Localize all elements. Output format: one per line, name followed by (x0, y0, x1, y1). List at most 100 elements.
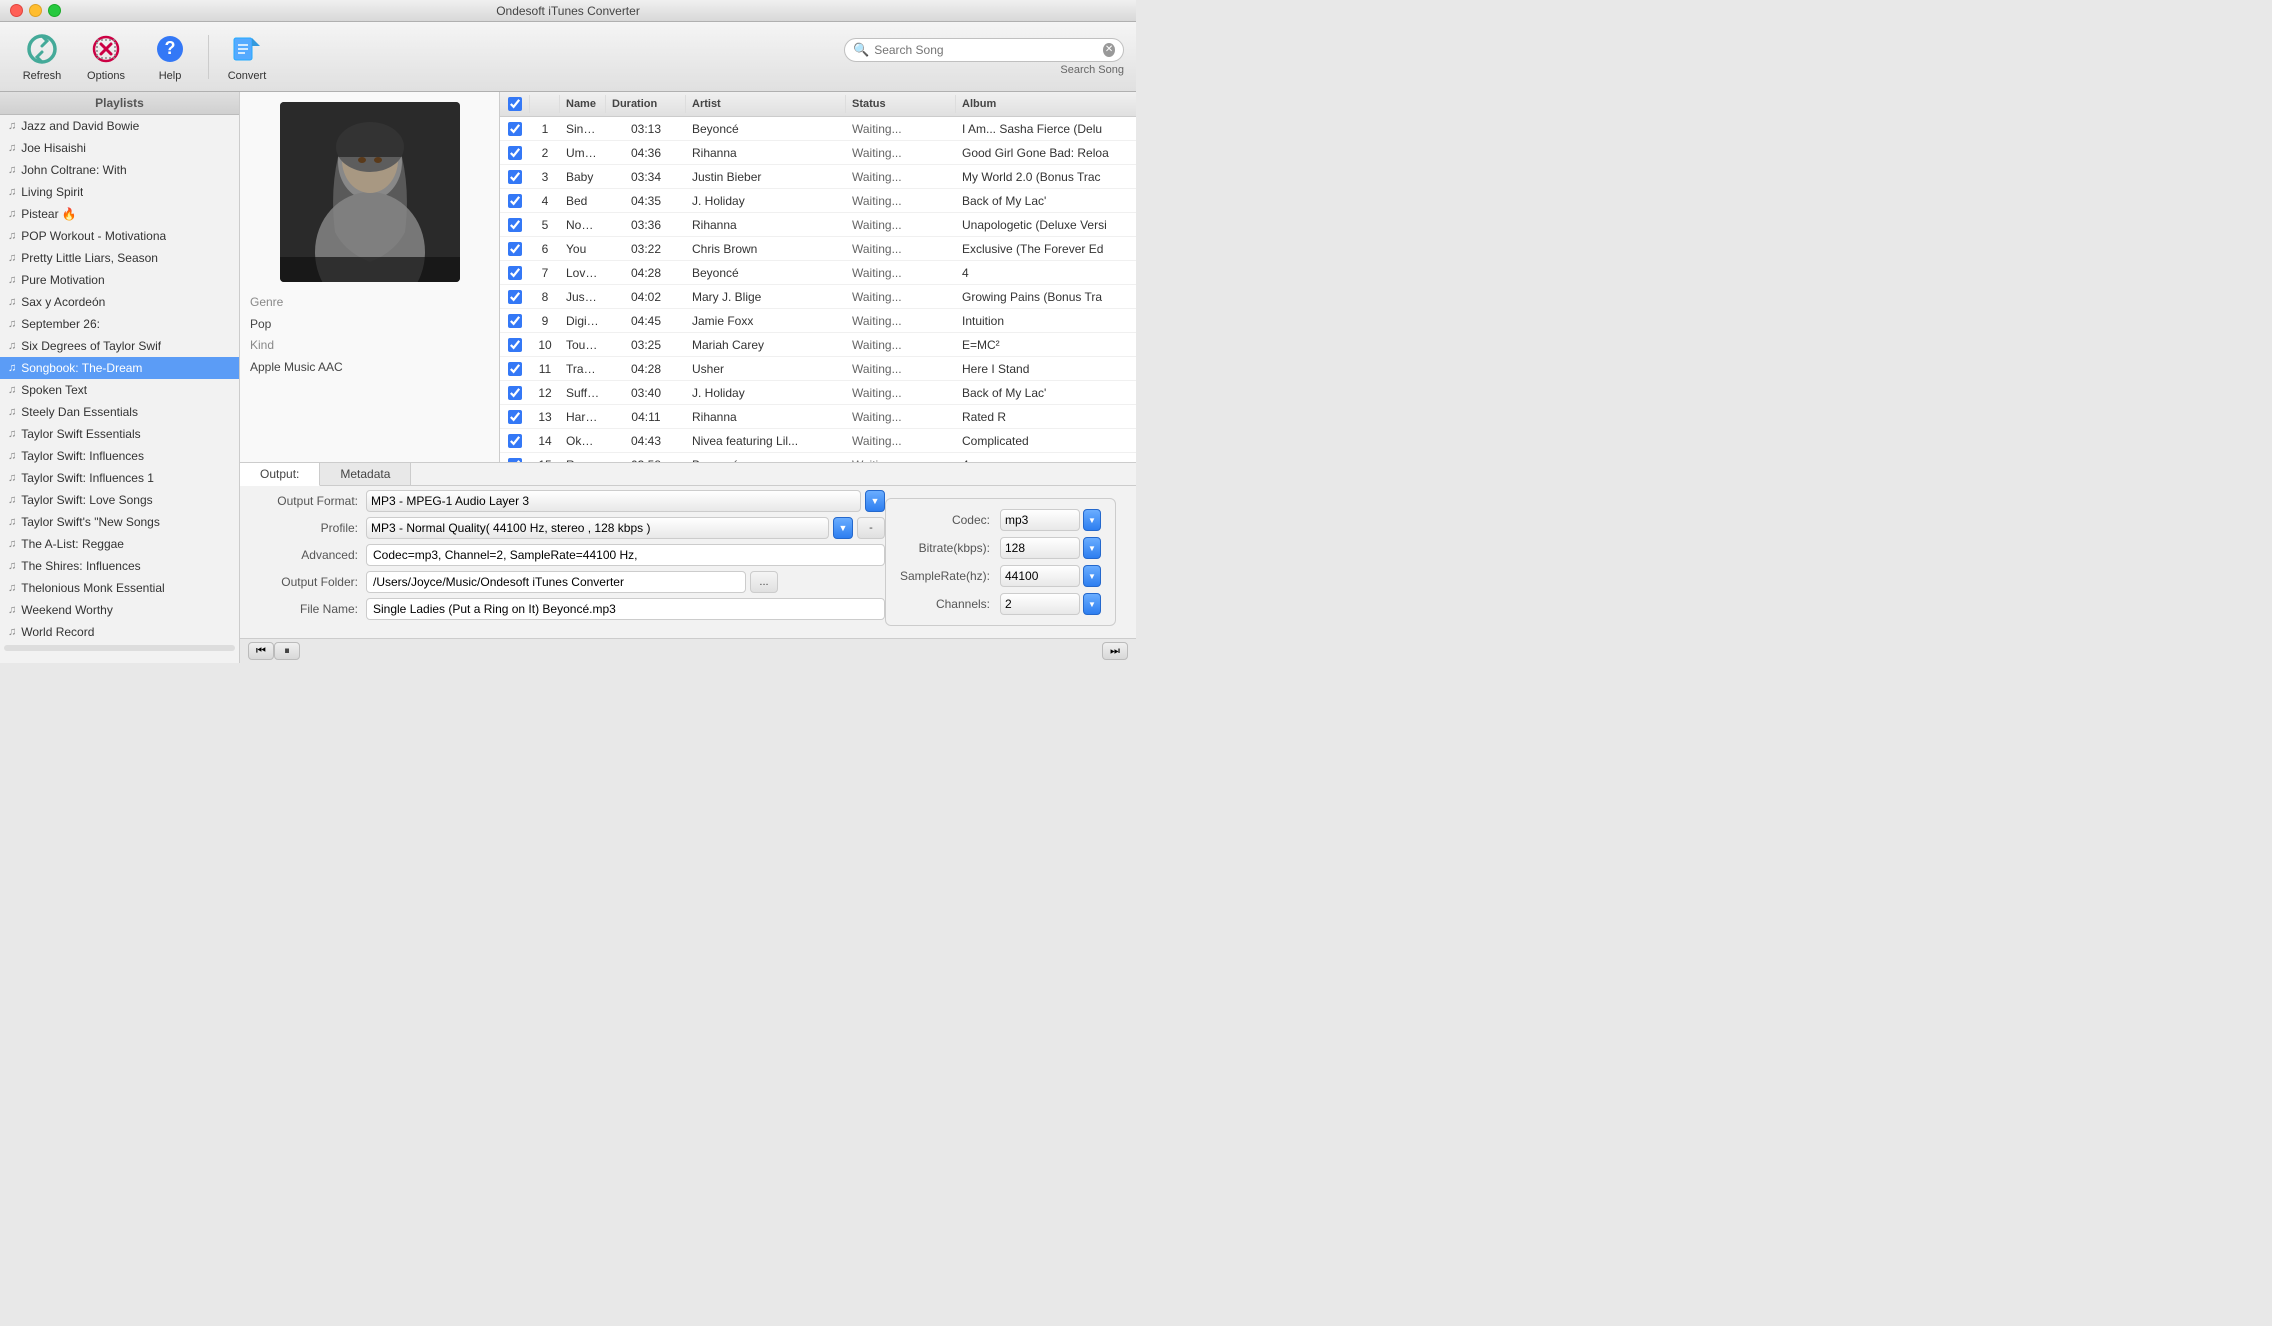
row-checkbox-cell[interactable] (500, 383, 530, 403)
row-checkbox-cell[interactable] (500, 239, 530, 259)
sidebar-item-the-shires-influences[interactable]: ♫ The Shires: Influences (0, 555, 239, 577)
footer-end-button[interactable]: ⏭ (1102, 642, 1128, 660)
sidebar-item-john-coltrane[interactable]: ♫ John Coltrane: With (0, 159, 239, 181)
sidebar-item-sax-y-acordeon[interactable]: ♫ Sax y Acordeón (0, 291, 239, 313)
playlist-icon: ♫ (8, 428, 16, 440)
row-checkbox[interactable] (508, 314, 522, 328)
help-button[interactable]: ? Help (140, 25, 200, 88)
samplerate-select[interactable]: 44100 (1000, 565, 1080, 587)
search-clear-button[interactable]: ✕ (1103, 43, 1115, 57)
footer-prev-button[interactable]: ⏮ (248, 642, 274, 660)
browse-button[interactable]: ... (750, 571, 778, 593)
row-artist: Beyoncé (686, 455, 846, 463)
sidebar-scrollbar[interactable] (4, 645, 235, 651)
advanced-input[interactable] (366, 544, 885, 566)
output-folder-input[interactable] (366, 571, 746, 593)
row-checkbox[interactable] (508, 434, 522, 448)
sidebar-item-weekend-worthy[interactable]: ♫ Weekend Worthy (0, 599, 239, 621)
tab-metadata[interactable]: Metadata (320, 463, 411, 485)
sidebar-item-thelonious-monk-essential[interactable]: ♫ Thelonious Monk Essential (0, 577, 239, 599)
window-controls[interactable] (10, 4, 61, 17)
codec-arrow[interactable]: ▼ (1083, 509, 1101, 531)
select-all-checkbox[interactable] (508, 97, 522, 111)
sidebar-item-the-a-list-reggae[interactable]: ♫ The A-List: Reggae (0, 533, 239, 555)
codec-select[interactable]: mp3 (1000, 509, 1080, 531)
footer-pause-button[interactable]: ⏸ (274, 642, 300, 660)
row-checkbox-cell[interactable] (500, 455, 530, 463)
output-format-arrow[interactable]: ▼ (865, 490, 885, 512)
close-button[interactable] (10, 4, 23, 17)
sidebar-item-spoken-text[interactable]: ♫ Spoken Text (0, 379, 239, 401)
sidebar-item-taylor-swift-love-songs[interactable]: ♫ Taylor Swift: Love Songs (0, 489, 239, 511)
samplerate-arrow[interactable]: ▼ (1083, 565, 1101, 587)
search-icon: 🔍 (853, 42, 869, 58)
sidebar-item-pure-motivation[interactable]: ♫ Pure Motivation (0, 269, 239, 291)
row-checkbox-cell[interactable] (500, 119, 530, 139)
output-format-select[interactable]: MP3 - MPEG-1 Audio Layer 3 (366, 490, 861, 512)
options-button[interactable]: Options (76, 25, 136, 88)
profile-arrow[interactable]: ▼ (833, 517, 853, 539)
tab-output[interactable]: Output: (240, 463, 320, 486)
sidebar-item-six-degrees-taylor-swift[interactable]: ♫ Six Degrees of Taylor Swif (0, 335, 239, 357)
row-checkbox[interactable] (508, 194, 522, 208)
row-checkbox-cell[interactable] (500, 263, 530, 283)
profile-minus-button[interactable]: - (857, 517, 885, 539)
row-checkbox[interactable] (508, 290, 522, 304)
sidebar-item-pistear[interactable]: ♫ Pistear 🔥 (0, 203, 239, 225)
maximize-button[interactable] (48, 4, 61, 17)
row-checkbox-cell[interactable] (500, 143, 530, 163)
sidebar-item-taylor-swift-essentials[interactable]: ♫ Taylor Swift Essentials (0, 423, 239, 445)
sidebar-item-steely-dan-essentials[interactable]: ♫ Steely Dan Essentials (0, 401, 239, 423)
sidebar-item-label: Weekend Worthy (21, 603, 113, 617)
row-checkbox[interactable] (508, 386, 522, 400)
row-status: Waiting... (846, 167, 956, 187)
th-checkbox[interactable] (500, 95, 530, 113)
row-checkbox[interactable] (508, 362, 522, 376)
sidebar-item-jazz-david-bowie[interactable]: ♫ Jazz and David Bowie (0, 115, 239, 137)
sidebar-item-september-26[interactable]: ♫ September 26: (0, 313, 239, 335)
channels-select[interactable]: 2 (1000, 593, 1080, 615)
channels-arrow[interactable]: ▼ (1083, 593, 1101, 615)
sidebar-item-taylor-swift-influences-1[interactable]: ♫ Taylor Swift: Influences 1 (0, 467, 239, 489)
row-checkbox-cell[interactable] (500, 431, 530, 451)
row-checkbox[interactable] (508, 410, 522, 424)
row-album: Growing Pains (Bonus Tra (956, 287, 1136, 307)
row-checkbox-cell[interactable] (500, 287, 530, 307)
row-checkbox-cell[interactable] (500, 311, 530, 331)
bitrate-arrow[interactable]: ▼ (1083, 537, 1101, 559)
row-checkbox-cell[interactable] (500, 191, 530, 211)
refresh-button[interactable]: Refresh (12, 25, 72, 88)
row-checkbox-cell[interactable] (500, 335, 530, 355)
row-checkbox-cell[interactable] (500, 167, 530, 187)
row-checkbox[interactable] (508, 170, 522, 184)
row-name: Nobody's Business (feat. Chris Brown) (560, 215, 606, 235)
row-checkbox[interactable] (508, 266, 522, 280)
sidebar-item-living-spirit[interactable]: ♫ Living Spirit (0, 181, 239, 203)
sidebar-item-world-record[interactable]: ♫ World Record (0, 621, 239, 643)
row-checkbox[interactable] (508, 218, 522, 232)
row-checkbox-cell[interactable] (500, 407, 530, 427)
search-wrapper: 🔍 ✕ (844, 38, 1124, 62)
table-header: Name Duration Artist Status Album (500, 92, 1136, 117)
bottom-panel: Output: Metadata Output Format: MP3 - MP… (240, 462, 1136, 638)
row-checkbox-cell[interactable] (500, 215, 530, 235)
sidebar-item-pop-workout[interactable]: ♫ POP Workout - Motivationa (0, 225, 239, 247)
sidebar-item-pretty-little-liars[interactable]: ♫ Pretty Little Liars, Season (0, 247, 239, 269)
profile-select[interactable]: MP3 - Normal Quality( 44100 Hz, stereo ,… (366, 517, 829, 539)
row-checkbox[interactable] (508, 242, 522, 256)
search-input[interactable] (874, 43, 1098, 57)
file-name-input[interactable] (366, 598, 885, 620)
row-checkbox-cell[interactable] (500, 359, 530, 379)
sidebar-item-joe-hisaishi[interactable]: ♫ Joe Hisaishi (0, 137, 239, 159)
row-checkbox[interactable] (508, 122, 522, 136)
sidebar-item-taylor-swift-influences[interactable]: ♫ Taylor Swift: Influences (0, 445, 239, 467)
minimize-button[interactable] (29, 4, 42, 17)
row-checkbox[interactable] (508, 338, 522, 352)
sidebar-item-songbook-the-dream[interactable]: ♫ Songbook: The-Dream (0, 357, 239, 379)
bitrate-select[interactable]: 128 (1000, 537, 1080, 559)
row-checkbox[interactable] (508, 146, 522, 160)
convert-button[interactable]: Convert (217, 25, 277, 88)
th-duration: Duration (606, 95, 686, 113)
convert-label: Convert (228, 70, 267, 82)
sidebar-item-taylor-swifts-new-songs[interactable]: ♫ Taylor Swift's "New Songs (0, 511, 239, 533)
